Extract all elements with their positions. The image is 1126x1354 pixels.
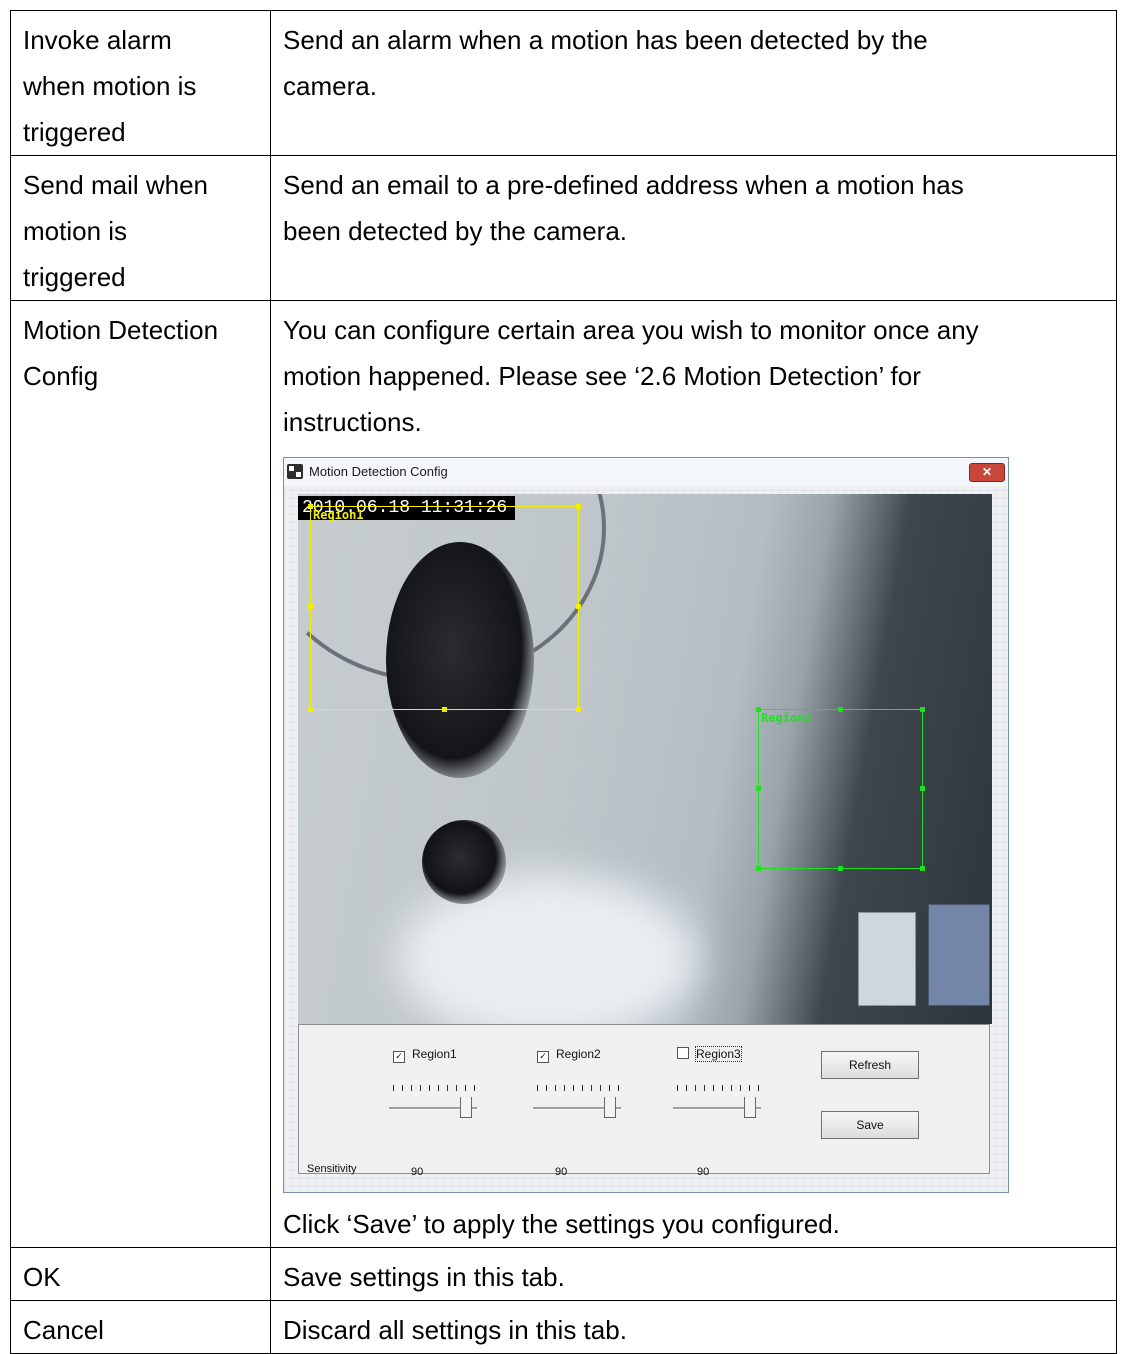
sensitivity-value: 90: [555, 1166, 568, 1178]
save-button[interactable]: Save: [821, 1111, 919, 1139]
checkbox-box[interactable]: ✓: [537, 1051, 549, 1063]
checkbox-box[interactable]: ✓: [393, 1051, 405, 1063]
slider-ticks: [393, 1085, 479, 1091]
sensitivity-value: 90: [697, 1166, 710, 1178]
close-icon[interactable]: ✕: [969, 463, 1005, 482]
motion-detection-dialog-figure: Motion Detection Config ✕ 2010.06.18 11:…: [283, 457, 1009, 1193]
resize-handle[interactable]: [756, 866, 761, 871]
checkbox-box[interactable]: [677, 1047, 689, 1059]
table-row: Motion Detection Config You can configur…: [10, 300, 1117, 1248]
slider-thumb[interactable]: [744, 1097, 756, 1118]
resize-handle[interactable]: [920, 866, 925, 871]
setting-description: Discard all settings in this tab.: [270, 1300, 1117, 1354]
motion-region-1[interactable]: Region1: [308, 504, 581, 712]
resize-handle[interactable]: [838, 866, 843, 871]
table-row: Cancel Discard all settings in this tab.: [10, 1300, 1117, 1354]
setting-name-line: triggered: [23, 117, 126, 147]
region-settings-panel: ✓ Region1 ✓ Region2 Region3 Sensitivity …: [298, 1024, 990, 1178]
setting-description: Send an alarm when a motion has been det…: [270, 10, 1117, 156]
setting-name: Invoke alarm when motion is triggered: [10, 10, 271, 156]
checkbox-label: Region3: [695, 1046, 742, 1062]
region-label: Region1: [313, 508, 364, 522]
resize-handle[interactable]: [308, 504, 313, 509]
resize-handle[interactable]: [756, 786, 761, 791]
checkbox-label: Region1: [412, 1047, 457, 1061]
setting-description: Send an email to a pre-defined address w…: [270, 155, 1117, 301]
resize-handle[interactable]: [308, 707, 313, 712]
slider-thumb[interactable]: [604, 1097, 616, 1118]
resize-handle[interactable]: [576, 504, 581, 509]
setting-name-line: triggered: [23, 262, 126, 292]
setting-name: Cancel: [10, 1300, 271, 1354]
slider-ticks: [537, 1085, 623, 1091]
setting-name: OK: [10, 1247, 271, 1301]
region-label: Region2: [761, 711, 812, 725]
region3-checkbox[interactable]: Region3: [677, 1046, 742, 1062]
description-line: instructions.: [283, 407, 422, 437]
setting-name-line: Invoke alarm: [23, 25, 172, 55]
description-line: You can configure certain area you wish …: [283, 315, 979, 345]
description-line: Send an email to a pre-defined address w…: [283, 170, 964, 200]
resize-handle[interactable]: [838, 707, 843, 712]
intel-sticker-image: [928, 904, 990, 1006]
description-line: Send an alarm when a motion has been det…: [283, 25, 928, 55]
description-line: been detected by the camera.: [283, 216, 628, 246]
resize-handle[interactable]: [756, 707, 761, 712]
setting-name-line: Send mail when: [23, 170, 208, 200]
setting-name: Motion Detection Config: [10, 300, 271, 1248]
camera-app-icon: [287, 464, 303, 479]
setting-name-line: when motion is: [23, 71, 197, 101]
table-row: Send mail when motion is triggered Send …: [10, 155, 1117, 301]
slider-thumb[interactable]: [460, 1097, 472, 1118]
resize-handle[interactable]: [576, 707, 581, 712]
table-row: Invoke alarm when motion is triggered Se…: [10, 10, 1117, 156]
dialog-title: Motion Detection Config: [309, 464, 448, 479]
motion-region-2[interactable]: Region2: [756, 707, 925, 871]
resize-handle[interactable]: [442, 707, 447, 712]
setting-description: Save settings in this tab.: [270, 1247, 1117, 1301]
setting-description: You can configure certain area you wish …: [270, 300, 1117, 1248]
region1-checkbox[interactable]: ✓ Region1: [393, 1047, 457, 1063]
camera-video-feed: 2010.06.18 11:31:26 Region1 Region2: [298, 494, 992, 1024]
resize-handle[interactable]: [920, 786, 925, 791]
dialog-titlebar: Motion Detection Config ✕: [284, 458, 1008, 486]
resize-handle[interactable]: [576, 604, 581, 609]
setting-name: Send mail when motion is triggered: [10, 155, 271, 301]
description-line: camera.: [283, 71, 377, 101]
region2-checkbox[interactable]: ✓ Region2: [537, 1047, 601, 1063]
camera-sensor-image: [422, 820, 506, 904]
refresh-button[interactable]: Refresh: [821, 1051, 919, 1079]
description-line: motion happened. Please see ‘2.6 Motion …: [283, 361, 921, 391]
description-line: Click ‘Save’ to apply the settings you c…: [283, 1209, 840, 1239]
table-row: OK Save settings in this tab.: [10, 1247, 1117, 1301]
resize-handle[interactable]: [308, 604, 313, 609]
settings-table: Invoke alarm when motion is triggered Se…: [10, 10, 1117, 1354]
sensitivity-value: 90: [411, 1166, 424, 1178]
slider-ticks: [677, 1085, 763, 1091]
setting-name-line: motion is: [23, 216, 128, 246]
windows-sticker-image: [858, 912, 916, 1006]
checkbox-label: Region2: [556, 1047, 601, 1061]
resize-handle[interactable]: [920, 707, 925, 712]
sensitivity-label: Sensitivity: [307, 1163, 357, 1175]
setting-name-line: Config: [23, 361, 99, 391]
setting-name-line: Motion Detection: [23, 315, 219, 345]
